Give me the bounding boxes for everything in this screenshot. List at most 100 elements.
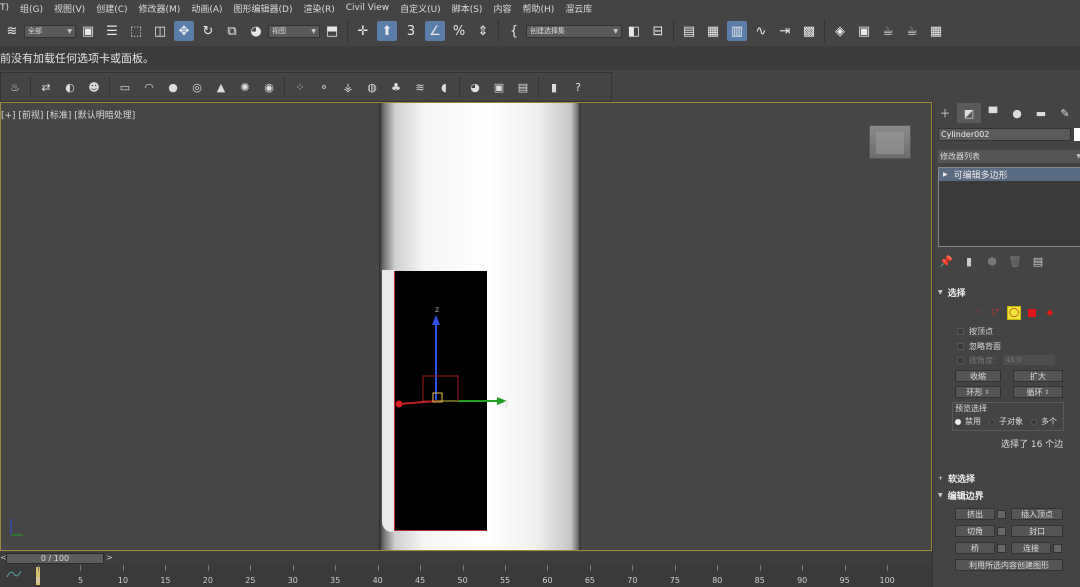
by-angle-checkbox[interactable]: 按角度: 45.0 (957, 354, 1055, 366)
viewcube[interactable] (869, 125, 911, 159)
extrude-settings-icon[interactable] (997, 510, 1006, 519)
grow-button[interactable]: 扩大 (1013, 370, 1063, 382)
object-color-swatch[interactable] (1074, 128, 1080, 141)
loop-button[interactable]: 循环 ⇕ (1013, 386, 1063, 398)
globe-icon[interactable]: ◍ (363, 78, 381, 96)
selection-filter-dropdown[interactable]: 全部 ▼ (24, 24, 76, 38)
curve-editor-icon[interactable]: ∿ (751, 21, 771, 41)
menu-animation[interactable]: 动画(A) (185, 2, 227, 15)
fur-icon[interactable]: ≋ (411, 78, 429, 96)
ignore-backfacing-checkbox[interactable]: 忽略背面 (957, 340, 1001, 352)
menu-civil-view[interactable]: Civil View (340, 3, 394, 13)
angle-spinner[interactable]: 45.0 (1002, 355, 1055, 365)
utilities-tab-icon[interactable]: ✎ (1053, 103, 1077, 123)
edit-named-selection-icon[interactable]: { (504, 21, 524, 41)
menu-rendering[interactable]: 渲染(R) (297, 2, 339, 15)
ribbon-icon[interactable]: ▥ (727, 21, 747, 41)
spinner-snap-icon[interactable]: ⇕ (473, 21, 493, 41)
select-by-name-icon[interactable]: ☰ (102, 21, 122, 41)
time-slider[interactable]: 0 / 100 (6, 553, 104, 564)
plane-icon[interactable]: ▭ (116, 78, 134, 96)
hierarchy-tab-icon[interactable]: ▀ (981, 103, 1005, 123)
extrude-button[interactable]: 挤出 (955, 508, 995, 520)
cap-button[interactable]: 封口 (1011, 525, 1063, 537)
plant-icon[interactable]: ♣ (387, 78, 405, 96)
sun-icon[interactable]: ✺ (236, 78, 254, 96)
radio-multi[interactable] (1031, 418, 1037, 425)
named-selection-dropdown[interactable]: 创建选择集 ▼ (526, 24, 622, 38)
render-setup-icon[interactable]: ▣ (854, 21, 874, 41)
percent-snap-icon[interactable]: % (449, 21, 469, 41)
connect-button[interactable]: 连接 (1011, 542, 1051, 554)
settings-icon[interactable]: ▮ (545, 78, 563, 96)
modify-tab-icon[interactable]: ◩ (957, 103, 981, 123)
gizmo-plane[interactable] (422, 375, 459, 402)
dome-icon[interactable]: ◠ (140, 78, 158, 96)
track-ruler[interactable]: 0 5 10 15 20 25 30 35 40 45 50 55 60 65 70 75 80 85 90 95 10… (0, 565, 932, 587)
stack-item-editable-poly[interactable]: ▶ 可编辑多边形 (939, 168, 1080, 181)
material-editor-icon[interactable]: ◈ (830, 21, 850, 41)
selection-rollout-header[interactable]: ▼ 选择 (938, 286, 1080, 299)
sphere-icon[interactable]: ● (164, 78, 182, 96)
menu-modifiers[interactable]: 修改器(M) (133, 2, 186, 15)
link-icon[interactable]: ≋ (2, 21, 22, 41)
pin-stack-icon[interactable]: 📌 (938, 253, 954, 269)
vertex-icon[interactable]: ⁖ (971, 306, 985, 320)
edit-borders-rollout-header[interactable]: ▼ 编辑边界 (938, 489, 1080, 502)
menu-tools[interactable]: T) (0, 3, 14, 13)
border-icon[interactable]: ◯ (1007, 306, 1021, 320)
pivot-icon[interactable]: ⬒ (322, 21, 342, 41)
menu-graph-editors[interactable]: 图形编辑器(D) (228, 2, 298, 15)
radio-disabled[interactable] (955, 418, 961, 425)
ring-button[interactable]: 环形 ⇕ (955, 386, 1001, 398)
select-manipulate-icon[interactable]: ✛ (353, 21, 373, 41)
align-icon[interactable]: ⊟ (648, 21, 668, 41)
viewport-label[interactable]: [+] [前视] [标准] [默认明暗处理] (1, 108, 135, 121)
shrink-button[interactable]: 收缩 (955, 370, 1001, 382)
window-crossing-icon[interactable]: ◫ (150, 21, 170, 41)
menu-help[interactable]: 帮助(H) (516, 2, 559, 15)
reference-coord-dropdown[interactable]: 视图 ▼ (268, 24, 320, 38)
menu-group[interactable]: 组(G) (14, 2, 48, 15)
scale-icon[interactable]: ⧉ (222, 21, 242, 41)
menu-scripting[interactable]: 脚本(S) (446, 2, 488, 15)
shell-icon[interactable]: ◖ (435, 78, 453, 96)
move-gizmo[interactable]: z y (381, 303, 521, 433)
rect-selection-icon[interactable]: ⬚ (126, 21, 146, 41)
soft-selection-rollout-header[interactable]: + 软选择 (938, 472, 1080, 485)
particle-icon[interactable]: ⁘ (291, 78, 309, 96)
torus-icon[interactable]: ◎ (188, 78, 206, 96)
insert-vertex-button[interactable]: 插入顶点 (1011, 508, 1063, 520)
molecule-icon[interactable]: ⚬ (315, 78, 333, 96)
menu-customize[interactable]: 自定义(U) (394, 2, 446, 15)
menu-create[interactable]: 创建(C) (90, 2, 132, 15)
curve-toggle-icon[interactable] (6, 569, 22, 579)
chamfer-button[interactable]: 切角 (955, 525, 995, 537)
ball-icon[interactable]: ◕ (466, 78, 484, 96)
viewport-front[interactable]: [+] [前视] [标准] [默认明暗处理] z y (0, 102, 932, 551)
dope-sheet-icon[interactable]: ⇥ (775, 21, 795, 41)
render-production-icon[interactable]: ▦ (926, 21, 946, 41)
angle-snap-icon[interactable]: ∠ (425, 21, 445, 41)
element-icon[interactable]: ◆ (1043, 306, 1057, 320)
display-tab-icon[interactable]: ▬ (1029, 103, 1053, 123)
next-frame-button[interactable]: > (106, 553, 113, 562)
snap-3d-icon[interactable]: 3 (401, 21, 421, 41)
lightbulb-icon[interactable]: ♨ (6, 78, 24, 96)
object-name-field[interactable]: Cylinder002 (938, 128, 1071, 141)
motion-tab-icon[interactable]: ● (1005, 103, 1029, 123)
modifier-list-dropdown[interactable]: 修改器列表 ▼ (938, 150, 1080, 163)
place-icon[interactable]: ◕ (246, 21, 266, 41)
contrast-icon[interactable]: ◐ (61, 78, 79, 96)
bridge-settings-icon[interactable] (997, 544, 1006, 553)
by-vertex-checkbox[interactable]: 按顶点 (957, 325, 993, 337)
move-icon[interactable]: ✥ (174, 21, 194, 41)
show-end-result-icon[interactable]: ▮ (961, 253, 977, 269)
help-icon[interactable]: ? (569, 78, 587, 96)
create-tab-icon[interactable]: ＋ (933, 103, 957, 123)
select-object-icon[interactable]: ▣ (78, 21, 98, 41)
frame-buffer-icon[interactable]: ▤ (514, 78, 532, 96)
render-icon[interactable]: ☕ (902, 21, 922, 41)
menu-content[interactable]: 内容 (487, 2, 516, 15)
make-unique-icon[interactable]: ⬢ (984, 253, 1000, 269)
